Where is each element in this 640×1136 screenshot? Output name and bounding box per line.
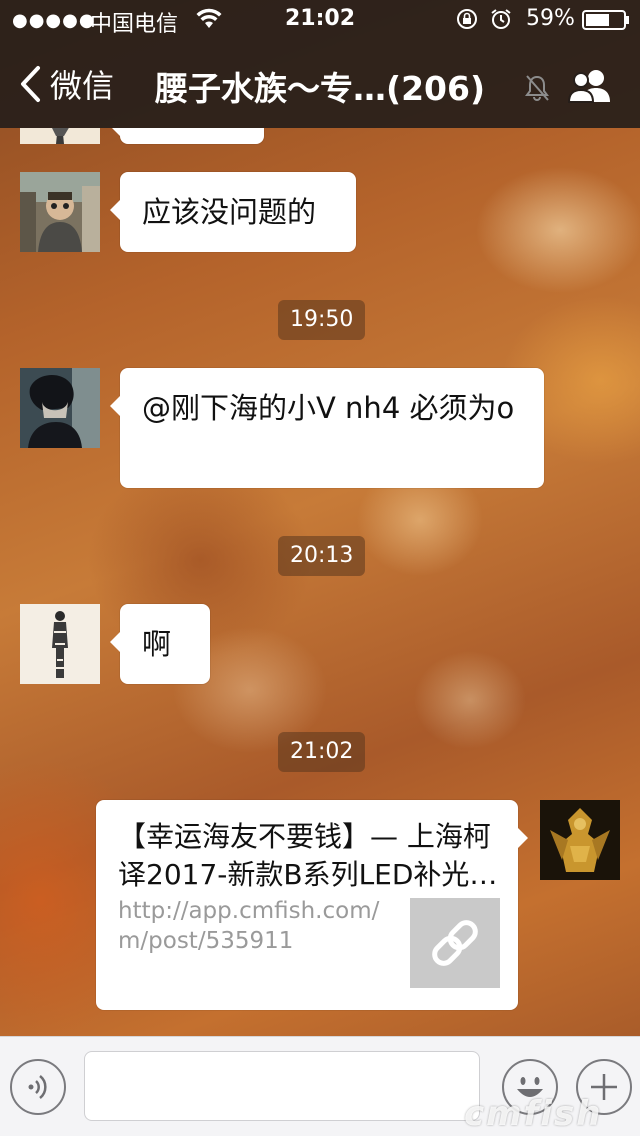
my-avatar[interactable] — [540, 800, 620, 880]
top-bar: ●●●●● 中国电信 21:02 59% 微信 腰子水族～专…(206) — [0, 0, 640, 128]
link-card[interactable]: 【幸运海友不要钱】— 上海柯译2017-新款B系列LED补光… http://a… — [96, 800, 528, 1010]
message-bubble[interactable]: 啊 — [110, 604, 210, 684]
message-list[interactable]: 应该没问题的 19:50 @刚下海的小V nh4 必须为o 20:13 啊 21… — [0, 128, 640, 1036]
navigation-bar: 微信 腰子水族～专…(206) — [0, 40, 640, 128]
message-bubble[interactable]: 应该没问题的 — [110, 172, 356, 252]
lock-rotation-icon — [457, 9, 477, 29]
message-timestamp: 21:02 — [278, 732, 366, 772]
watermark-logo: cmfish — [464, 1094, 603, 1134]
chat-title: 腰子水族～专…(206) — [155, 69, 486, 108]
avatar[interactable] — [20, 604, 100, 684]
back-button[interactable]: 微信 — [18, 62, 114, 106]
link-title: 【幸运海友不要钱】— 上海柯译2017-新款B系列LED补光… — [118, 820, 498, 891]
message-text: @刚下海的小V nh4 必须为o — [142, 391, 515, 425]
message-input[interactable] — [84, 1051, 480, 1121]
avatar[interactable] — [20, 368, 100, 448]
link-thumbnail — [410, 898, 500, 988]
status-bar: ●●●●● 中国电信 21:02 59% — [0, 0, 640, 40]
back-label: 微信 — [50, 67, 115, 105]
message-timestamp: 19:50 — [278, 300, 366, 340]
message-bubble[interactable] — [110, 128, 264, 144]
mute-icon — [525, 75, 549, 101]
link-icon — [432, 920, 478, 966]
link-url: http://app.cmfish.com/m/post/535911 — [118, 898, 380, 954]
avatar[interactable] — [20, 128, 100, 144]
message-timestamp: 20:13 — [278, 536, 366, 576]
battery-percentage: 59% — [526, 6, 575, 31]
group-members-icon[interactable] — [566, 68, 616, 104]
voice-button[interactable] — [10, 1059, 66, 1115]
voice-icon — [28, 1075, 47, 1099]
avatar[interactable] — [20, 172, 100, 252]
alarm-icon — [491, 9, 511, 29]
message-text: 应该没问题的 — [142, 195, 317, 229]
battery-icon — [582, 10, 629, 30]
chevron-left-icon — [21, 66, 40, 102]
chat-screen: ●●●●● 中国电信 21:02 59% 微信 腰子水族～专…(206) 应该没… — [0, 0, 640, 1136]
message-text: 啊 — [142, 627, 172, 661]
message-bubble[interactable]: @刚下海的小V nh4 必须为o — [110, 368, 544, 488]
